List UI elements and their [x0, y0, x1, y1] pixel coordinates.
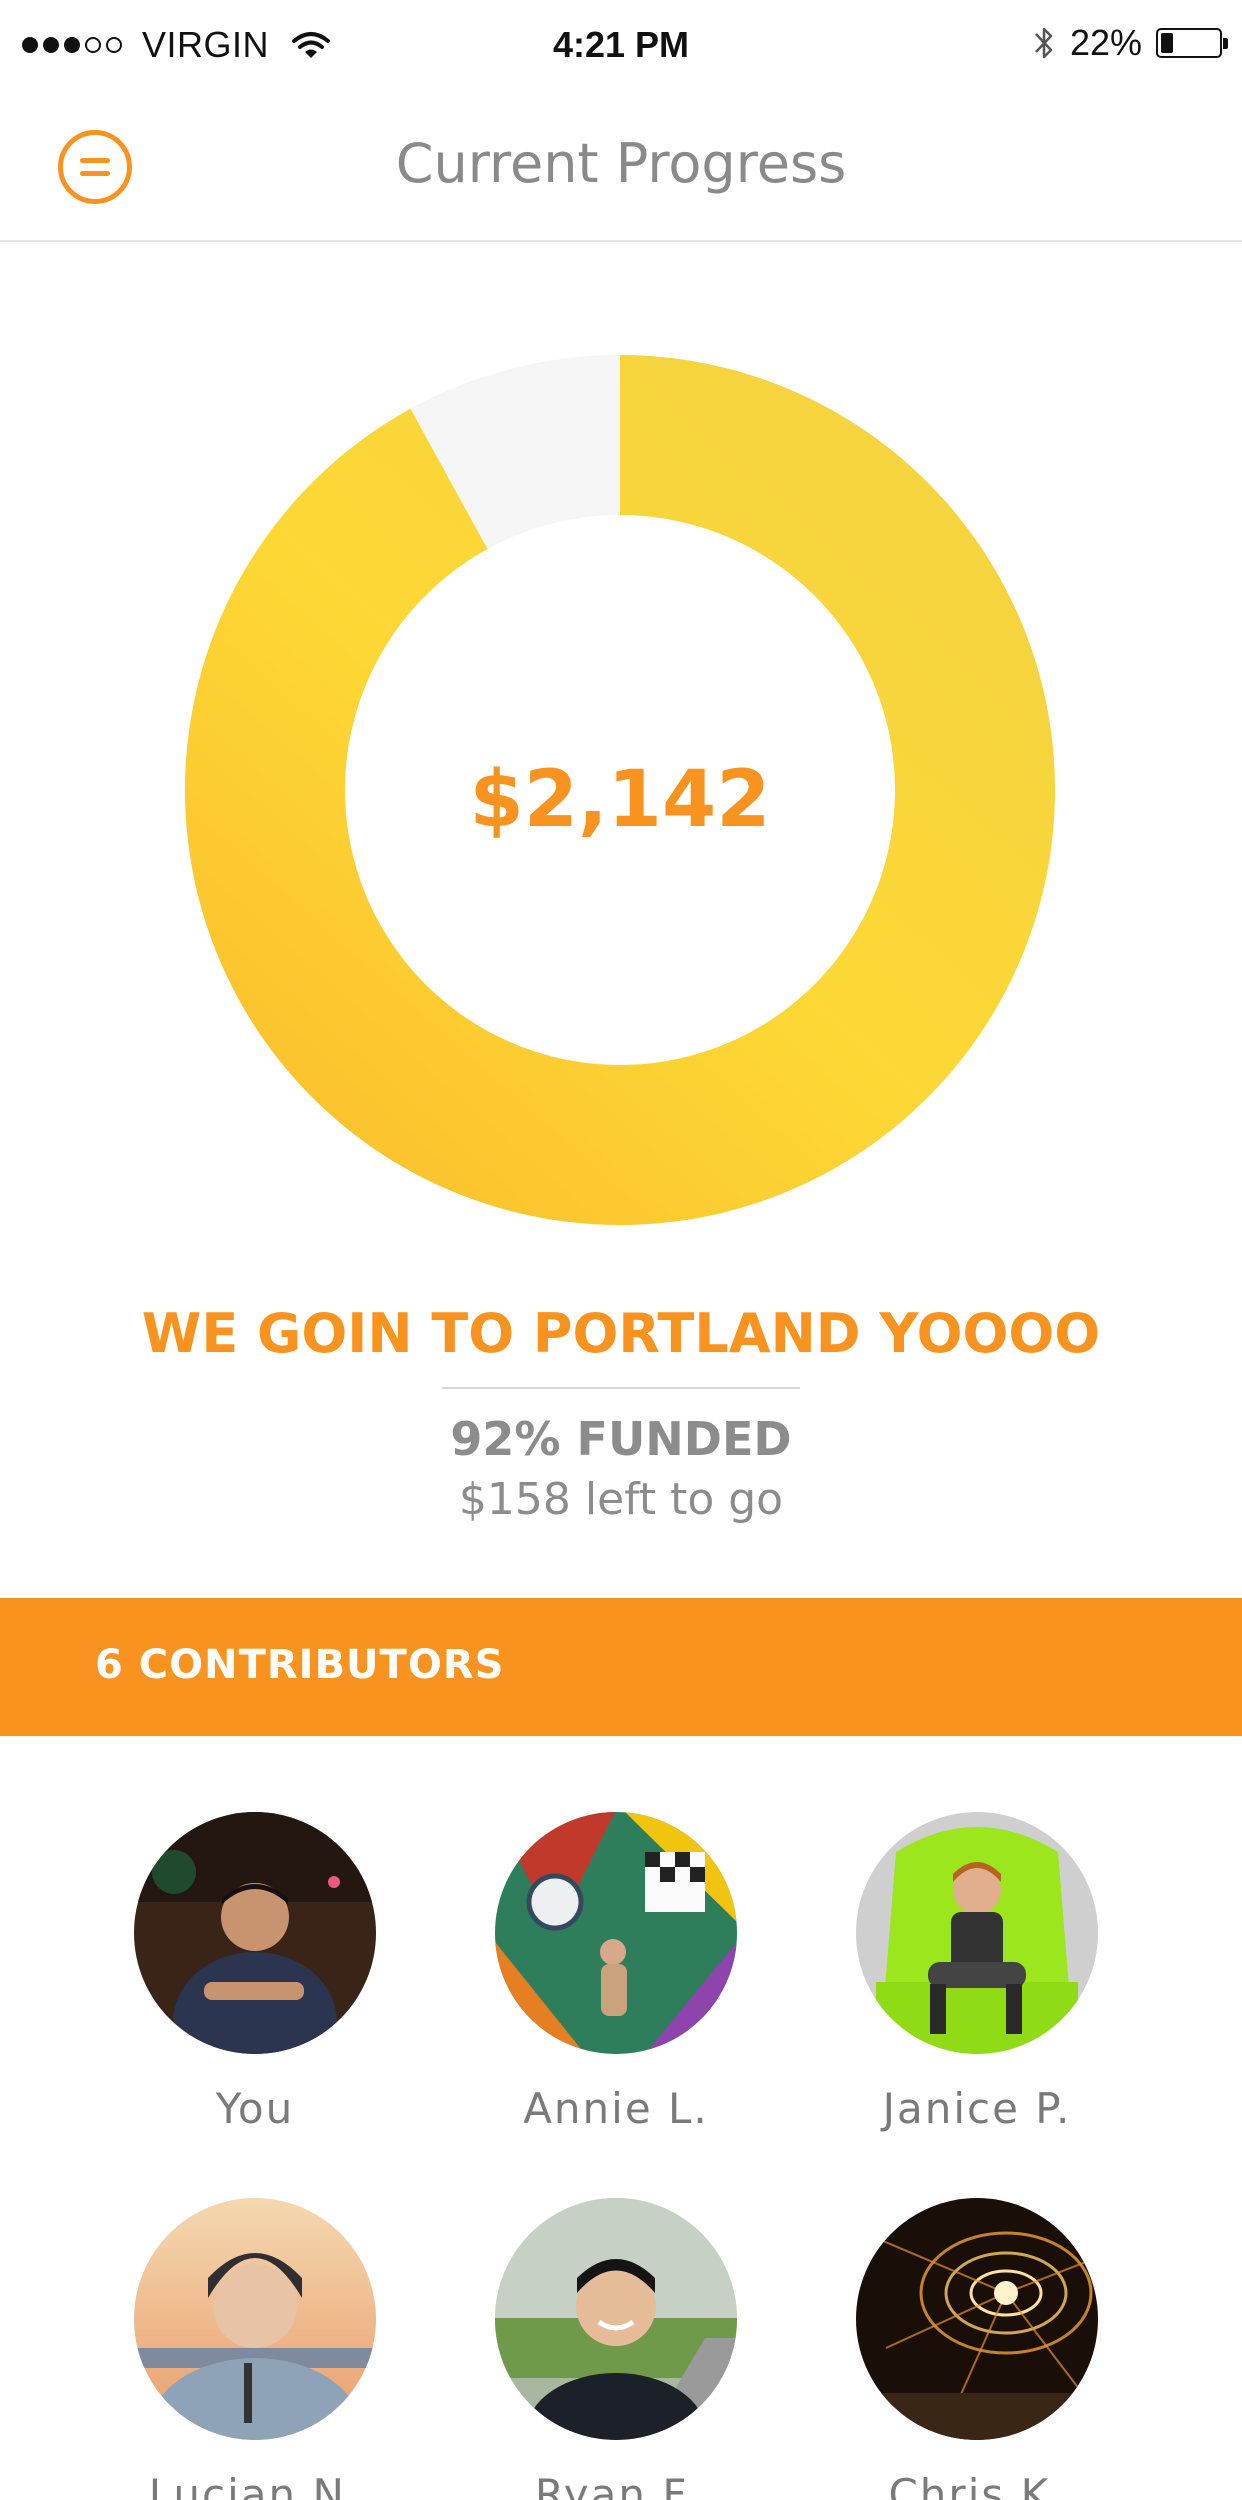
status-bar: VIRGIN 4:21 PM 22% [0, 0, 1242, 92]
bluetooth-icon [1035, 27, 1053, 59]
contributor-name: Chris K. [888, 2470, 1066, 2500]
progress-ring: $2,142 [185, 355, 1055, 1225]
status-right: 22% [1032, 22, 1228, 64]
contributor-chris[interactable]: Chris K. [827, 2198, 1127, 2500]
battery-icon [1156, 28, 1228, 58]
progress-screen: VIRGIN 4:21 PM 22% Current Progress $2,1… [0, 0, 1242, 2500]
contributor-you[interactable]: You [105, 1812, 405, 2133]
avatar[interactable] [134, 1812, 376, 2054]
contributor-annie[interactable]: Annie L. [466, 1812, 766, 2133]
amount-left: $158 left to go [458, 1474, 784, 1525]
contributor-name: You [215, 2084, 295, 2133]
avatar[interactable] [495, 2198, 737, 2440]
contributor-janice[interactable]: Janice P. [827, 1812, 1127, 2133]
campaign-title: WE GOIN TO PORTLAND YOOOO [141, 1302, 1101, 1365]
contributors-count: 6 CONTRIBUTORS [95, 1642, 505, 1688]
funded-percent: 92% FUNDED [450, 1412, 792, 1466]
avatar[interactable] [856, 2198, 1098, 2440]
avatar[interactable] [134, 2198, 376, 2440]
avatar[interactable] [495, 1812, 737, 2054]
battery-percent: 22% [1069, 22, 1142, 63]
battery-fill [1161, 33, 1173, 53]
page-title: Current Progress [395, 132, 847, 195]
nav-bar: Current Progress [0, 92, 1242, 242]
avatar[interactable] [856, 1812, 1098, 2054]
divider [442, 1387, 800, 1389]
raised-amount: $2,142 [469, 755, 771, 845]
contributor-ryan[interactable]: Ryan F. [466, 2198, 766, 2500]
contributor-name: Annie L. [523, 2084, 709, 2133]
contributor-name: Lucian N. [148, 2470, 362, 2500]
contributor-name: Ryan F. [534, 2470, 698, 2500]
contributors-header: 6 CONTRIBUTORS [0, 1598, 1242, 1736]
contributor-name: Janice P. [882, 2084, 1072, 2133]
contributor-lucian[interactable]: Lucian N. [105, 2198, 405, 2500]
